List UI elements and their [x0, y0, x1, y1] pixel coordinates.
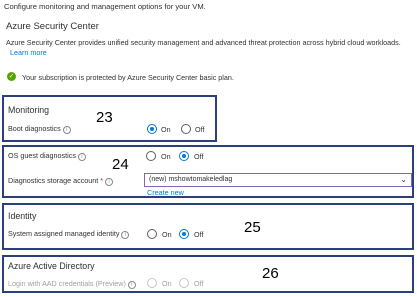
os-guest-diagnostics-text: OS guest diagnostics: [8, 151, 76, 160]
identity-on-radio[interactable]: [147, 229, 157, 239]
annotation-number-26: 26: [262, 265, 279, 282]
storage-account-value: (new) mshowtomakeledlag: [149, 176, 233, 183]
identity-off-label[interactable]: Off: [194, 230, 203, 239]
managed-identity-label: System assigned managed identity i: [8, 229, 130, 239]
info-icon[interactable]: i: [121, 231, 130, 239]
check-circle-icon: ✓: [7, 72, 16, 81]
aad-login-text: Login with AAD credentials (Preview): [8, 279, 126, 288]
annotation-number-25: 25: [244, 219, 261, 236]
os-guest-on-radio[interactable]: [146, 151, 156, 161]
info-icon[interactable]: i: [105, 178, 114, 186]
guest-diagnostics-section: OS guest diagnostics i 24 On Off Diagnost…: [2, 145, 414, 198]
identity-on-label[interactable]: On: [162, 230, 172, 239]
aad-off-label: Off: [194, 279, 204, 288]
boot-diagnostics-off-label[interactable]: Off: [195, 125, 204, 134]
security-center-title: Azure Security Center: [6, 21, 99, 32]
security-center-description: Azure Security Center provides unified s…: [6, 38, 401, 47]
boot-diagnostics-on-radio[interactable]: [147, 124, 157, 134]
learn-more-link[interactable]: Learn more: [10, 48, 47, 57]
aad-on-label: On: [162, 279, 172, 288]
aad-on-radio: [147, 278, 157, 288]
managed-identity-text: System assigned managed identity: [8, 229, 120, 238]
aad-off-radio: [179, 278, 189, 288]
aad-section: Azure Active Directory Login with AAD cr…: [2, 255, 414, 293]
boot-diagnostics-text: Boot diagnostics: [8, 124, 61, 133]
boot-diagnostics-label: Boot diagnostics i: [8, 124, 71, 134]
chevron-down-icon[interactable]: ⌄: [400, 174, 407, 186]
boot-diagnostics-on-label[interactable]: On: [161, 125, 171, 134]
monitoring-section: Monitoring Boot diagnostics i 23 On Off: [2, 95, 217, 142]
info-icon: i: [127, 281, 136, 289]
storage-account-text: Diagnostics storage account: [8, 176, 99, 185]
aad-login-label: Login with AAD credentials (Preview) i: [8, 279, 136, 289]
required-marker: *: [100, 176, 104, 185]
os-guest-diagnostics-label: OS guest diagnostics i: [8, 151, 86, 161]
monitoring-heading: Monitoring: [8, 105, 50, 115]
os-guest-on-label[interactable]: On: [161, 152, 171, 161]
storage-account-label: Diagnostics storage account * i: [8, 176, 114, 186]
create-new-link[interactable]: Create new: [147, 188, 184, 197]
os-guest-off-radio[interactable]: [179, 151, 189, 161]
info-icon[interactable]: i: [62, 126, 71, 134]
subscription-status: Your subscription is protected by Azure …: [22, 73, 234, 82]
storage-account-dropdown[interactable]: (new) mshowtomakeledlag ⌄: [144, 173, 412, 187]
annotation-number-24: 24: [112, 156, 129, 173]
identity-section: Identity System assigned managed identit…: [2, 203, 414, 250]
identity-heading: Identity: [8, 211, 37, 221]
os-guest-off-label[interactable]: Off: [194, 152, 203, 161]
identity-off-radio[interactable]: [179, 229, 189, 239]
info-icon[interactable]: i: [77, 153, 86, 161]
intro-text: Configure monitoring and management opti…: [4, 2, 206, 11]
boot-diagnostics-off-radio[interactable]: [181, 124, 191, 134]
aad-heading: Azure Active Directory: [8, 261, 95, 271]
annotation-number-23: 23: [96, 109, 113, 126]
